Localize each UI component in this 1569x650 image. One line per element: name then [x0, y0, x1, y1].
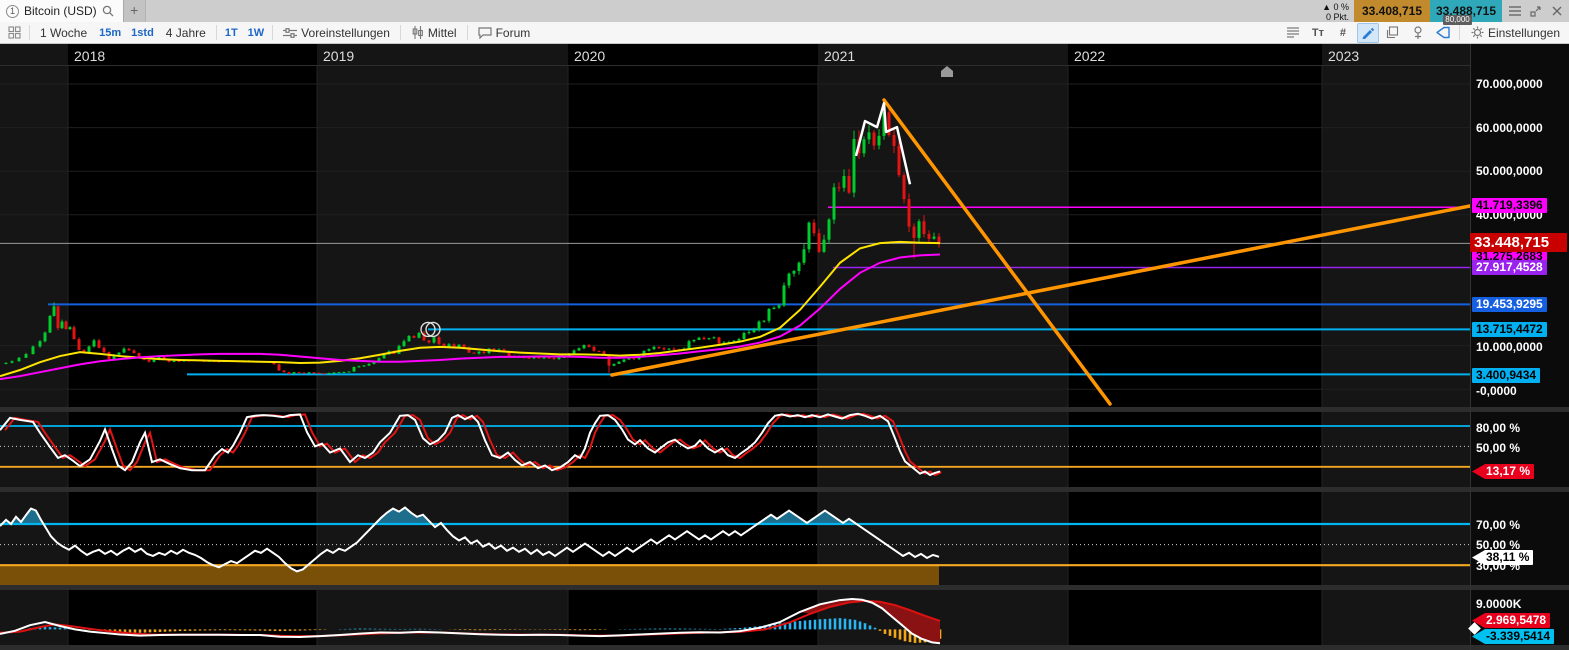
time-axis-year-label: 2021 [824, 48, 855, 64]
price-axis-label: 10.000,0000 [1476, 340, 1543, 354]
spread-badge: 80,000 [1443, 15, 1472, 25]
speech-bubble-icon [478, 27, 492, 39]
add-tab-button[interactable]: + [124, 0, 146, 22]
presets-button[interactable]: Voreinstellungen [277, 23, 396, 43]
candle-interval-button[interactable]: 1 Woche [34, 23, 93, 43]
layers-icon[interactable] [1382, 23, 1404, 43]
main-toolbar: 1 Woche 15m 1std 4 Jahre 1T 1W Voreinste… [0, 22, 1569, 44]
draw-tool-button[interactable] [1357, 23, 1379, 43]
gear-icon [1471, 26, 1484, 39]
pen-icon [1361, 26, 1374, 39]
time-axis-year-label: 2023 [1328, 48, 1359, 64]
chart-canvas[interactable]: 2018 2019 2020 2021 2022 2023 [0, 44, 1569, 650]
search-icon[interactable] [102, 5, 114, 17]
chart-area: 2018 2019 2020 2021 2022 2023 70.000,0000 60.0… [0, 44, 1569, 650]
timeframe-1std-button[interactable]: 1std [127, 27, 158, 39]
cursor-mode-icon[interactable] [1432, 23, 1454, 43]
window-controls [1502, 0, 1569, 22]
forum-button[interactable]: Forum [472, 23, 537, 43]
timeframe-15m-button[interactable]: 15m [95, 27, 125, 39]
tabbar-spacer [146, 0, 1322, 22]
change-percent: ▲ 0 % [1322, 2, 1349, 12]
settings-button[interactable]: Einstellungen [1465, 23, 1566, 43]
timeframe-1w-button[interactable]: 1W [244, 27, 269, 39]
anchor-point-icon[interactable] [1407, 23, 1429, 43]
bid-price-box[interactable]: 33.408,715 [1354, 0, 1430, 22]
presets-label: Voreinstellungen [301, 26, 390, 40]
candles-icon [411, 26, 424, 39]
toolbar-right-group: Tт # Einstellungen [1282, 23, 1566, 43]
layout-grid-icon[interactable] [3, 23, 25, 43]
grid-tool-button[interactable]: # [1332, 23, 1354, 43]
price-axis-badge: 13,17 % [1472, 464, 1534, 479]
window-titlebar: 1 Bitcoin (USD) + ▲ 0 % 0 Pkt. 33.408,71… [0, 0, 1569, 22]
indicators-button[interactable]: Mittel [405, 23, 463, 43]
time-axis-year-label: 2022 [1074, 48, 1105, 64]
price-axis-badge: 2.969,5478 [1472, 613, 1550, 628]
price-axis-label: 50,00 % [1476, 441, 1520, 455]
toolbar-separator [272, 25, 273, 40]
price-axis-label: 60.000,0000 [1476, 121, 1543, 135]
price-axis-badge: 13.715,4472 [1472, 322, 1547, 337]
toolbar-separator [400, 25, 401, 40]
price-axis-label: 50,00 % [1476, 538, 1520, 552]
align-justify-icon[interactable] [1282, 23, 1304, 43]
popout-icon[interactable] [1527, 3, 1544, 20]
timeframe-1t-button[interactable]: 1T [221, 27, 242, 39]
time-axis-year-label: 2019 [323, 48, 354, 64]
forum-label: Forum [496, 26, 531, 40]
price-axis-label: 80,00 % [1476, 421, 1520, 435]
toolbar-separator [1459, 25, 1460, 40]
tab-number-badge: 1 [6, 5, 19, 18]
change-points: 0 Pkt. [1322, 12, 1349, 22]
price-axis-pane[interactable]: 70.000,000060.000,000050.000,000040.000,… [1470, 44, 1569, 650]
price-axis-badge: 33.448,715 [1470, 233, 1567, 252]
indicators-label: Mittel [428, 26, 457, 40]
price-axis-label: 9.0000K [1476, 597, 1521, 611]
price-axis-label: -0,0000 [1476, 384, 1517, 398]
price-axis-badge: -3.339,5414 [1472, 629, 1554, 644]
price-axis-label: 50.000,0000 [1476, 164, 1543, 178]
tab-title: Bitcoin (USD) [24, 4, 97, 18]
text-tool-button[interactable]: Tт [1307, 23, 1329, 43]
settings-label: Einstellungen [1488, 26, 1560, 40]
tab-bitcoin-usd[interactable]: 1 Bitcoin (USD) [0, 0, 124, 22]
price-axis-badge: 3.400,9434 [1472, 368, 1540, 383]
price-axis-label: 70,00 % [1476, 518, 1520, 532]
toolbar-separator [29, 25, 30, 40]
menu-icon[interactable] [1506, 3, 1523, 20]
range-button[interactable]: 4 Jahre [160, 23, 212, 43]
toolbar-separator [467, 25, 468, 40]
close-icon[interactable] [1548, 3, 1565, 20]
price-axis-label: 70.000,0000 [1476, 77, 1543, 91]
price-axis-badge: 19.453,9295 [1472, 297, 1547, 312]
sliders-icon [283, 27, 297, 39]
price-axis-badge: 38,11 % [1472, 550, 1533, 565]
toolbar-separator [216, 25, 217, 40]
price-axis-badge: 41.719,3396 [1472, 198, 1547, 213]
price-axis-badge: 27.917,4528 [1472, 260, 1547, 275]
change-indicator: ▲ 0 % 0 Pkt. [1322, 1, 1354, 22]
time-axis-year-label: 2020 [574, 48, 605, 64]
time-axis-year-label: 2018 [74, 48, 105, 64]
